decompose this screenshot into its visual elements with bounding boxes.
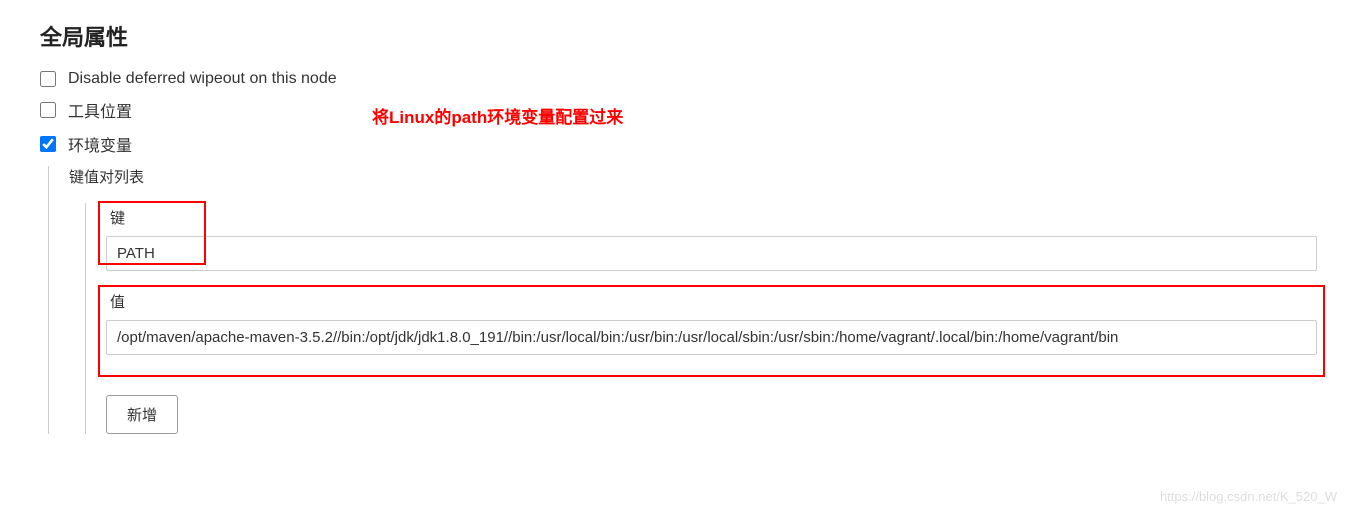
checkbox-row-tool-location: 工具位置 [40,98,132,122]
kv-list-label: 键值对列表 [69,166,1317,187]
annotation-text: 将Linux的path环境变量配置过来 [372,103,623,128]
key-field-group: 键 [106,207,1317,271]
env-vars-label: 环境变量 [68,132,132,156]
checkbox-row-disable-wipeout: Disable deferred wipeout on this node [40,70,1317,88]
disable-wipeout-label: Disable deferred wipeout on this node [68,70,337,88]
disable-wipeout-checkbox[interactable] [40,71,56,87]
value-field-group: 值 [106,291,1317,355]
env-vars-section: 键值对列表 键 值 新增 [48,166,1317,434]
tool-location-checkbox[interactable] [40,102,56,118]
key-input[interactable] [106,236,1317,271]
kv-pair-block: 键 值 新增 [85,203,1317,434]
tool-location-label: 工具位置 [68,98,132,122]
env-vars-checkbox[interactable] [40,136,56,152]
add-button[interactable]: 新增 [106,395,178,434]
section-title: 全局属性 [40,20,1317,52]
value-input[interactable] [106,320,1317,355]
checkbox-row-env-vars: 环境变量 [40,132,1317,156]
value-label: 值 [110,291,1317,312]
watermark: https://blog.csdn.net/K_520_W [1160,489,1337,504]
key-label: 键 [110,207,1317,228]
